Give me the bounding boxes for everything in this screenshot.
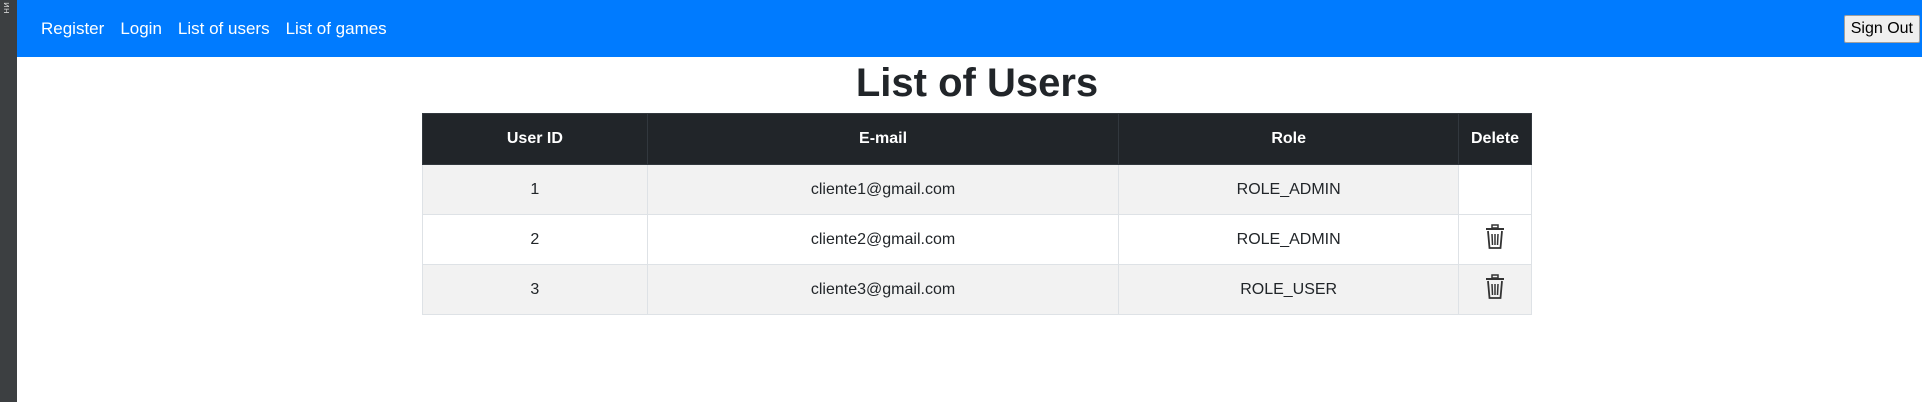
cell-user-id: 2 <box>422 214 648 265</box>
cell-user-id: 1 <box>422 164 648 215</box>
cell-email: cliente2@gmail.com <box>646 214 1120 265</box>
nav-link-list-of-users[interactable]: List of users <box>178 19 270 39</box>
cell-user-id: 3 <box>422 264 648 315</box>
cell-email: cliente1@gmail.com <box>646 164 1120 215</box>
header-delete: Delete <box>1458 113 1532 165</box>
trash-icon[interactable] <box>1484 274 1506 305</box>
cell-role: ROLE_ADMIN <box>1118 214 1459 265</box>
header-role: Role <box>1118 113 1459 165</box>
table-row: 3 cliente3@gmail.com ROLE_USER <box>422 264 1532 315</box>
table-row: 2 cliente2@gmail.com ROLE_ADMIN <box>422 214 1532 265</box>
header-user-id: User ID <box>422 113 648 165</box>
cell-delete <box>1458 264 1532 315</box>
table-header-row: User ID E-mail Role Delete <box>422 113 1532 165</box>
nav-links: Register Login List of users List of gam… <box>41 0 403 57</box>
left-edge-strip: ин <box>0 0 17 402</box>
cell-delete <box>1458 214 1532 265</box>
nav-link-list-of-games[interactable]: List of games <box>286 19 387 39</box>
edge-text: ин <box>1 2 11 14</box>
cell-delete-empty <box>1458 164 1532 215</box>
sign-out-button[interactable]: Sign Out <box>1843 15 1920 43</box>
cell-email: cliente3@gmail.com <box>646 264 1120 315</box>
cell-role: ROLE_ADMIN <box>1118 164 1459 215</box>
users-table: User ID E-mail Role Delete 1 cliente1@gm… <box>422 113 1532 315</box>
nav-link-login[interactable]: Login <box>120 19 162 39</box>
page-title: List of Users <box>855 61 1099 105</box>
top-navbar: Register Login List of users List of gam… <box>17 0 1922 57</box>
table-row: 1 cliente1@gmail.com ROLE_ADMIN <box>422 164 1532 215</box>
nav-link-register[interactable]: Register <box>41 19 104 39</box>
trash-icon[interactable] <box>1484 224 1506 255</box>
cell-role: ROLE_USER <box>1118 264 1459 315</box>
header-email: E-mail <box>646 113 1120 165</box>
